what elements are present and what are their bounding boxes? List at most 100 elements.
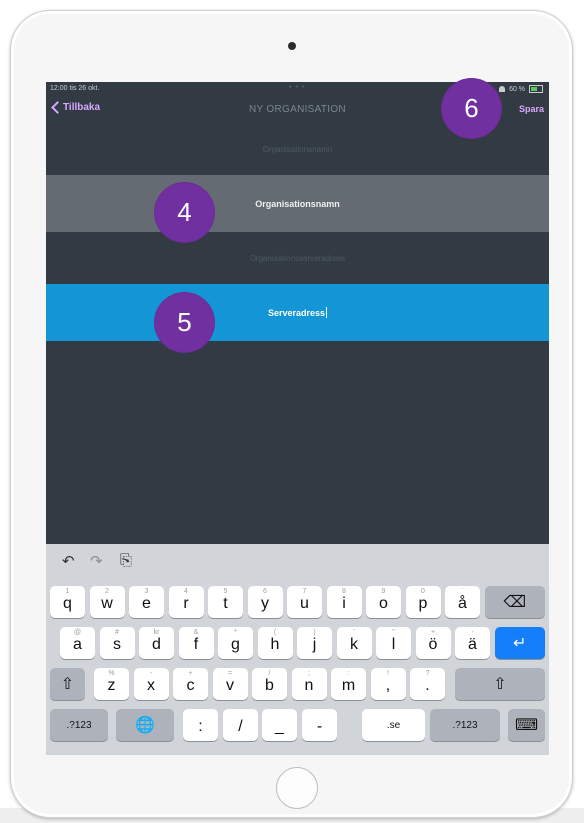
key-label: i [342,595,346,612]
key-secondary-label: + [430,629,436,636]
key-a[interactable]: @ a [60,627,95,659]
key-secondary-label: ; [308,670,310,677]
key-label: .?123 [66,719,92,731]
key-secondary-label: ` [461,588,464,595]
shift-key-left[interactable]: ⇧ [50,668,85,700]
key-label: j [312,636,317,653]
key-q[interactable]: 1q [50,586,85,618]
shift-key-right[interactable]: ⇧ [455,668,545,700]
key-secondary-label: ) [313,629,316,636]
key-label: x [147,677,155,694]
key-secondary-label: 0 [421,588,425,595]
key-e[interactable]: 3e [129,586,164,618]
key-label: e [142,595,151,612]
battery-icon [529,85,543,93]
shift-icon: ⇧ [493,676,507,693]
key-label: : [198,718,203,735]
key-label: a [73,636,82,653]
key-j[interactable]: ) j [297,627,332,659]
key-x[interactable]: -x [133,668,169,700]
key-u[interactable]: 7u [287,586,322,618]
keyboard-icon: ⌨ [514,717,539,734]
key-label: .?123 [452,719,478,731]
key-k[interactable]: ' k [336,627,372,659]
step-badge-4: 4 [155,183,214,242]
key-secondary-label: & [193,629,199,636]
key-secondary-label: ! [387,670,389,677]
key-secondary-label: # [115,629,119,636]
key-h[interactable]: (h [257,627,293,659]
step-badge-5: 5 [155,293,214,352]
home-button[interactable] [276,767,318,809]
key-secondary-label: 4 [184,588,188,595]
key-secondary-label: 5 [223,588,228,595]
key-secondary-label: kr [153,629,160,636]
org-name-label: Organisationsnamn [262,145,333,154]
key-period[interactable]: ?. [410,668,445,700]
key-label: _ [275,718,284,735]
hide-keyboard-key[interactable]: ⌨ [508,709,545,741]
key-d[interactable]: kr d [139,627,174,659]
key-secondary-label: ( [273,629,277,636]
key-v[interactable]: = v [212,668,248,700]
keyboard-toolbar: ↶ ↷ ⎘ [46,544,549,580]
key-hyphen[interactable]: - [302,709,337,741]
step-badge-6: 6 [442,79,501,138]
return-icon: ↵ [513,635,527,652]
key-label: q [63,595,72,612]
key-ä[interactable]: -ä [455,627,490,659]
key-comma[interactable]: !, [370,668,406,700]
key-ö[interactable]: + ö [415,627,451,659]
key-slash[interactable]: / [223,709,258,741]
status-time: 12:00 tis 26 okt. [50,85,100,92]
key-label: g [231,636,240,653]
org-name-input[interactable]: Organisationsnamn [46,175,549,232]
globe-key[interactable]: 🌐 [116,709,174,741]
key-l[interactable]: " l [376,627,411,659]
numbers-key-left[interactable]: .?123 [50,709,108,741]
key-r[interactable]: 4r [168,586,204,618]
key-secondary-label: / [268,670,271,677]
key-z[interactable]: % z [94,668,129,700]
paste-icon[interactable]: ⎘ [120,552,132,569]
key-secondary-label: 8 [342,588,346,595]
key-p[interactable]: 0p [405,586,441,618]
key-c[interactable]: + c [173,668,208,700]
server-address-label: Organisationsserveradress [249,254,346,263]
key-å[interactable]: ` å [445,586,480,618]
dot-se-key[interactable]: .se [362,709,425,741]
key-y[interactable]: 6y [247,586,283,618]
backspace-icon: ⌫ [503,594,527,611]
key-secondary-label: 7 [302,588,307,595]
save-button[interactable]: Spara [519,104,544,114]
key-g[interactable]: * g [218,627,253,659]
key-s[interactable]: # s [99,627,135,659]
key-label: , [385,677,391,694]
wifi-icon [499,86,506,92]
return-key[interactable]: ↵ [494,627,545,659]
key-secondary-label: 9 [381,588,386,595]
multitasking-dots[interactable]: • • • [289,84,305,91]
redo-icon[interactable]: ↷ [90,552,103,570]
key-t[interactable]: 5t [208,586,243,618]
server-address-input[interactable]: Serveradress [46,284,549,341]
key-n[interactable]: ; n [291,668,327,700]
key-i[interactable]: 8i [326,586,362,618]
key-label: y [261,595,269,612]
key-label: ö [428,636,438,653]
backspace-key[interactable]: ⌫ [484,586,545,618]
undo-icon[interactable]: ↶ [62,552,75,570]
key-o[interactable]: 9o [366,586,401,618]
key-colon[interactable]: : [183,709,218,741]
key-b[interactable]: / b [252,668,287,700]
key-label: s [113,636,121,653]
server-address-placeholder: Serveradress [267,307,326,318]
key-secondary-label: 6 [263,588,267,595]
numbers-key-right[interactable]: .?123 [430,709,500,741]
key-m[interactable]: :m [331,668,366,700]
key-secondary-label: 3 [144,588,149,595]
key-underscore[interactable]: _ [262,709,297,741]
key-f[interactable]: & f [178,627,214,659]
key-label: l [391,636,396,653]
key-w[interactable]: 2w [89,586,125,618]
